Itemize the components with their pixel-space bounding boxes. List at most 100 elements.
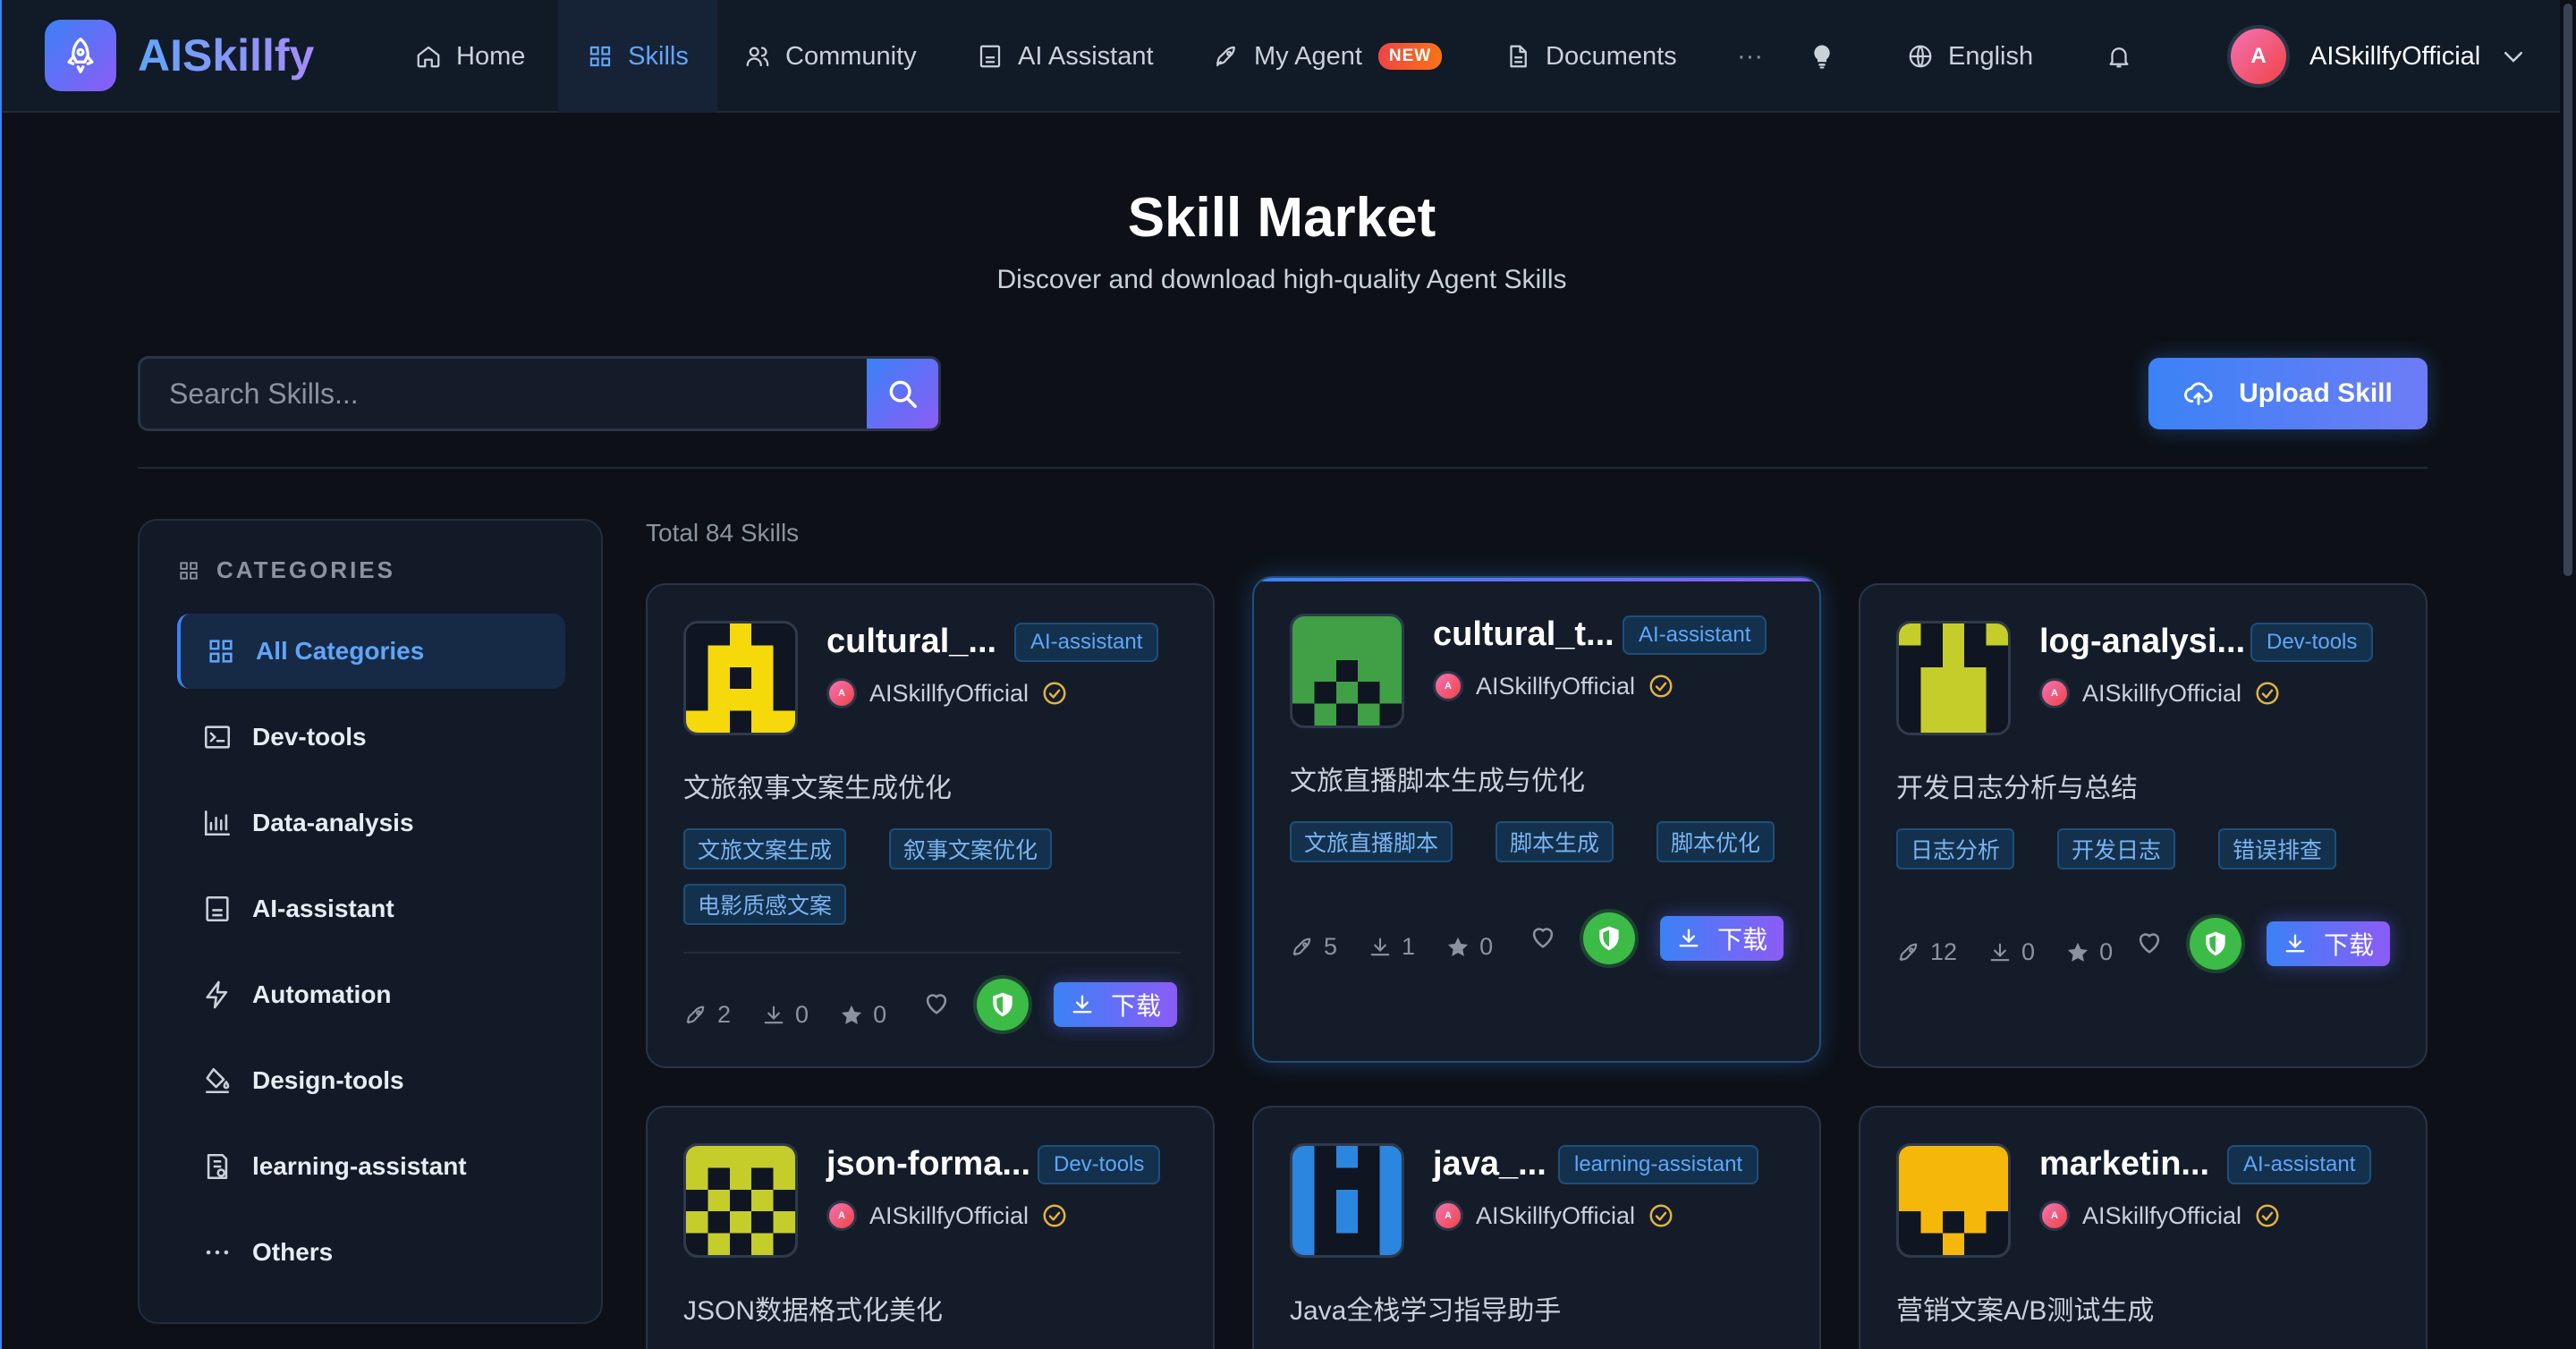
skill-card[interactable]: java_... learning-assistant A AISkillfyO… [1252,1106,1821,1349]
category-all[interactable]: All Categories [177,614,565,689]
search-input[interactable] [140,359,867,428]
link-count: 2 [683,1001,731,1029]
category-automation[interactable]: Automation [177,957,565,1032]
skill-category-badge: Dev-tools [2250,623,2374,662]
skill-card[interactable]: cultural_t... AI-assistant A AISkillfyOf… [1252,576,1821,1063]
category-data-analysis[interactable]: Data-analysis [177,785,565,861]
skill-tag[interactable]: 脚本生成 [1496,821,1614,862]
author-name: AISkillfyOfficial [2082,679,2242,707]
terminal-icon [204,725,231,749]
nav-more-button[interactable]: ··· [1737,0,1763,113]
page-subtitle: Discover and download high-quality Agent… [996,265,1567,294]
verified-icon [2256,682,2279,705]
category-label: Data-analysis [252,809,414,836]
page-scrollbar[interactable] [2560,0,2576,1349]
download-count: 1 [1368,933,1415,961]
author-avatar: A [1433,671,1463,701]
skill-card[interactable]: cultural_... AI-assistant A AISkillfyOff… [646,583,1215,1068]
author-avatar: A [2039,1201,2070,1231]
skill-tag[interactable]: 日志分析 [1896,828,2015,870]
download-button[interactable]: 下载 [2266,921,2390,966]
skill-card[interactable]: json-forma... Dev-tools A AISkillfyOffic… [646,1106,1215,1349]
skill-card[interactable]: log-analysi... Dev-tools A AISkillfyOffi… [1859,583,2428,1068]
favorite-button[interactable] [1528,921,1558,956]
theme-toggle-button[interactable] [1809,0,1835,113]
nav-skills[interactable]: Skills [558,0,717,113]
nav-community[interactable]: Community [744,0,917,113]
skill-category-badge: learning-assistant [1558,1145,1759,1184]
notifications-button[interactable] [2106,0,2132,113]
download-icon [2285,934,2305,953]
user-avatar: A [2227,25,2290,88]
categories-heading: CATEGORIES [177,556,395,584]
skill-tag[interactable]: 电影质感文案 [683,884,847,925]
download-button[interactable]: 下载 [1053,982,1177,1027]
category-dev-tools[interactable]: Dev-tools [177,700,565,775]
skill-name[interactable]: cultural_... [826,623,996,661]
language-selector[interactable]: English [1907,0,2033,113]
skill-author: A AISkillfyOfficial [2039,1201,2281,1231]
skill-tag[interactable]: 文旅直播脚本 [1290,821,1453,862]
grid-icon [590,46,611,67]
user-menu[interactable]: A AISkillfyOfficial [2227,0,2527,113]
categories-sidebar: CATEGORIES All Categories Dev-tools Data… [138,519,603,1324]
download-icon [1072,995,1092,1014]
upload-skill-button[interactable]: Upload Skill [2148,358,2428,429]
star-count: 0 [1445,933,1493,961]
logo-rocket-icon[interactable] [45,20,116,91]
rocket-icon [686,1005,705,1023]
author-name: AISkillfyOfficial [869,679,1030,707]
security-verified-button[interactable] [2189,918,2241,970]
skill-author: A AISkillfyOfficial [826,1201,1068,1231]
category-others[interactable]: Others [177,1215,565,1290]
download-icon [1679,929,1699,947]
document-icon [1510,45,1527,68]
brand-name[interactable]: AISkillfy [138,29,314,82]
nav-my-agent[interactable]: My Agent NEW [1213,0,1443,113]
star-count-value: 0 [873,1001,887,1028]
author-name: AISkillfyOfficial [1476,1201,1636,1229]
download-button[interactable]: 下载 [1659,916,1784,961]
header-divider [138,467,2428,469]
link-count: 12 [1896,938,1957,966]
author-avatar: A [826,1201,857,1231]
security-verified-button[interactable] [976,979,1029,1031]
skill-name[interactable]: cultural_t... [1433,615,1614,654]
download-count: 0 [761,1001,809,1029]
skill-tags: 文旅直播脚本 脚本生成 脚本优化 [1290,821,1791,862]
favorite-button[interactable] [921,988,952,1022]
skill-name[interactable]: json-forma... [826,1145,1030,1184]
nav-skills-label: Skills [628,41,689,71]
author-name: AISkillfyOfficial [1476,672,1636,700]
skill-actions: 下载 [1528,912,1784,964]
download-count-value: 0 [795,1001,809,1028]
category-learning-assistant[interactable]: learning-assistant [177,1129,565,1204]
security-verified-button[interactable] [1582,912,1635,964]
nav-documents[interactable]: Documents [1504,0,1677,113]
search-icon [889,380,917,408]
skill-actions: 下载 [2134,918,2390,970]
skill-author: A AISkillfyOfficial [2039,678,2281,708]
skill-name[interactable]: marketin... [2039,1145,2209,1184]
category-design-tools[interactable]: Design-tools [177,1043,565,1118]
lightning-icon [206,980,228,1009]
new-badge: NEW [1377,43,1443,70]
skill-tag[interactable]: 脚本优化 [1657,821,1775,862]
skill-author: A AISkillfyOfficial [1433,1201,1674,1231]
category-label: AI-assistant [252,895,394,922]
skill-name[interactable]: log-analysi... [2039,623,2245,661]
category-label: Automation [252,980,392,1008]
favorite-button[interactable] [2134,927,2165,962]
search-button[interactable] [867,359,938,428]
category-ai-assistant[interactable]: AI-assistant [177,871,565,946]
skill-tag[interactable]: 叙事文案优化 [889,828,1053,870]
skill-tag[interactable]: 文旅文案生成 [683,828,847,870]
nav-ai-assistant[interactable]: AI Assistant [977,0,1154,113]
skill-name[interactable]: java_... [1433,1145,1546,1184]
skill-card[interactable]: marketin... AI-assistant A AISkillfyOffi… [1859,1106,2428,1349]
skill-tag[interactable]: 错误排查 [2218,828,2337,870]
nav-home[interactable]: Home [415,0,525,113]
skill-icon [1290,1143,1404,1258]
scrollbar-thumb[interactable] [2563,4,2572,576]
skill-tag[interactable]: 开发日志 [2057,828,2176,870]
